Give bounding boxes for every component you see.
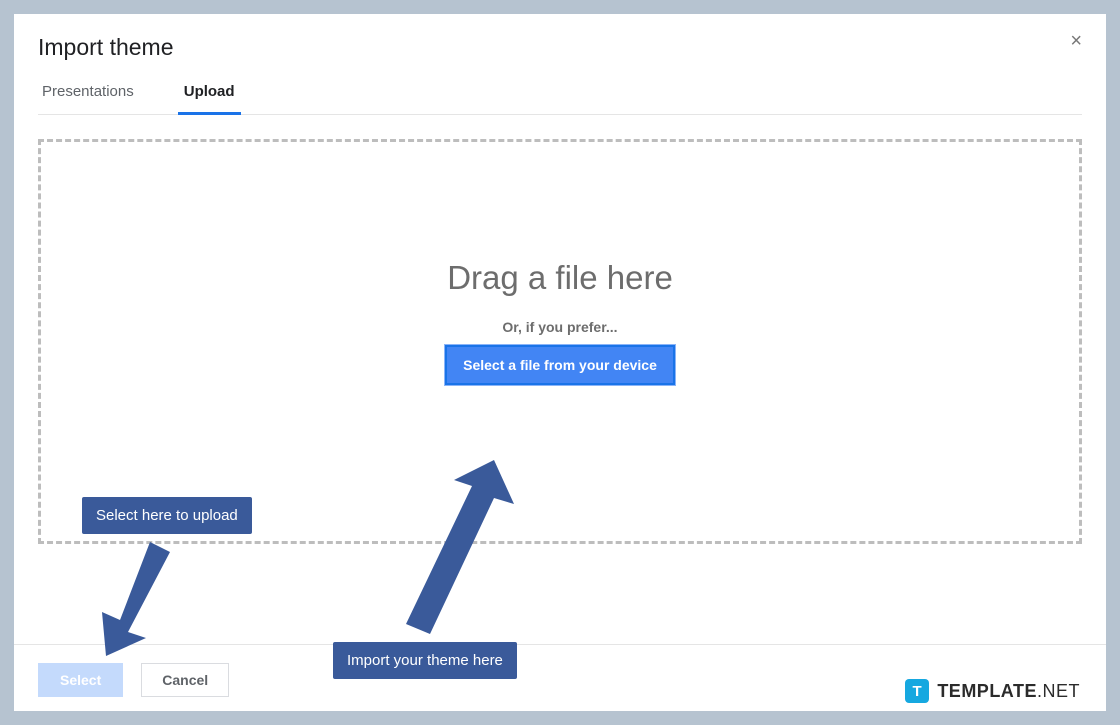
brand-icon: T — [905, 679, 929, 703]
select-file-button[interactable]: Select a file from your device — [445, 345, 675, 385]
dialog-header: Import theme Presentations Upload — [14, 14, 1106, 115]
arrow-icon — [98, 538, 178, 658]
annotation-select-upload: Select here to upload — [82, 497, 252, 534]
dialog-title: Import theme — [38, 28, 1082, 83]
upload-dropzone[interactable]: Drag a file here Or, if you prefer... Se… — [38, 139, 1082, 544]
dropzone-title: Drag a file here — [447, 259, 673, 297]
close-button[interactable]: × — [1070, 30, 1082, 53]
tab-presentations[interactable]: Presentations — [42, 83, 134, 114]
brand-watermark: T TEMPLATE.NET — [905, 679, 1080, 703]
tabs: Presentations Upload — [38, 83, 1082, 115]
arrow-icon — [398, 458, 518, 648]
brand-suffix: .NET — [1037, 681, 1080, 701]
tab-upload[interactable]: Upload — [184, 83, 235, 114]
cancel-button[interactable]: Cancel — [141, 663, 229, 697]
brand-name: TEMPLATE — [937, 681, 1037, 701]
dropzone-subtext: Or, if you prefer... — [502, 319, 617, 335]
select-button[interactable]: Select — [38, 663, 123, 697]
